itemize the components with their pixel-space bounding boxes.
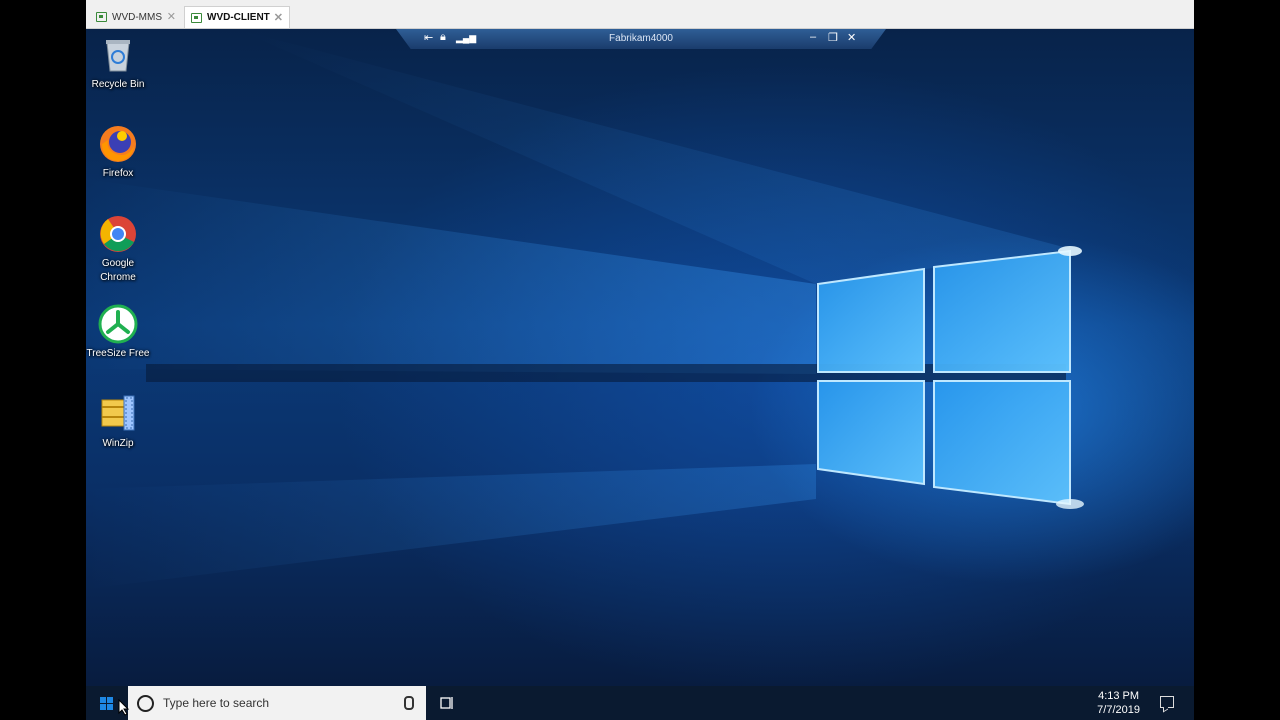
icon-label: Firefox xyxy=(102,168,134,179)
action-center-icon[interactable] xyxy=(1160,696,1174,708)
desktop-icon-google-chrome[interactable]: Google Chrome xyxy=(86,214,153,285)
tab-label: WVD-MMS xyxy=(112,11,162,23)
winzip-icon xyxy=(98,394,138,434)
close-icon[interactable]: ✕ xyxy=(167,10,176,23)
desktop-icon-recycle-bin[interactable]: Recycle Bin xyxy=(86,35,153,92)
vm-icon xyxy=(96,12,107,22)
clock-time: 4:13 PM xyxy=(1098,690,1140,702)
icon-label: WinZip xyxy=(102,438,134,449)
vm-icon xyxy=(191,12,202,23)
desktop-icon-winzip[interactable]: WinZip xyxy=(86,394,153,451)
desktop-icon-treesize[interactable]: TreeSize Free xyxy=(86,304,153,361)
desktop-icon-firefox[interactable]: Firefox xyxy=(86,124,153,181)
icon-label: Recycle Bin xyxy=(91,79,145,90)
restore-icon[interactable]: ❐ xyxy=(828,31,838,44)
search-placeholder: Type here to search xyxy=(163,696,270,710)
firefox-icon xyxy=(98,124,138,164)
desktop: ⇤ 🔒︎ ▂▄▆ Fabrikam4000 – ❐ ✕ Recycle Bin … xyxy=(86,29,1194,686)
cortana-icon[interactable] xyxy=(137,694,154,712)
windows-wallpaper-logo xyxy=(86,29,1084,589)
taskbar-search-box[interactable]: Type here to search xyxy=(128,686,426,720)
treesize-icon xyxy=(98,304,138,344)
task-view-icon[interactable] xyxy=(440,696,454,710)
close-icon[interactable]: ✕ xyxy=(847,31,856,44)
close-icon[interactable]: ✕ xyxy=(274,11,283,24)
system-clock[interactable]: 4:13 PM 7/7/2019 xyxy=(1097,689,1140,717)
tab-wvd-client[interactable]: WVD-CLIENT ✕ xyxy=(184,6,290,28)
recycle-bin-icon xyxy=(98,35,138,75)
tab-wvd-mms[interactable]: WVD-MMS ✕ xyxy=(90,6,182,28)
mouse-cursor-icon xyxy=(118,699,130,716)
minimize-icon[interactable]: – xyxy=(810,31,816,43)
icon-label: Google Chrome xyxy=(100,258,136,283)
taskbar: Type here to search 4:13 PM 7/7/2019 xyxy=(86,686,1194,720)
clock-date: 7/7/2019 xyxy=(1097,704,1140,716)
tab-label: WVD-CLIENT xyxy=(207,12,270,23)
windows-start-icon[interactable] xyxy=(100,697,114,711)
icon-label: TreeSize Free xyxy=(86,348,150,359)
microphone-icon[interactable] xyxy=(404,696,414,710)
vm-tab-strip: WVD-MMS ✕ WVD-CLIENT ✕ xyxy=(86,0,1194,29)
chrome-icon xyxy=(98,214,138,254)
remote-connection-bar: ⇤ 🔒︎ ▂▄▆ Fabrikam4000 – ❐ ✕ xyxy=(396,29,886,49)
vm-window: WVD-MMS ✕ WVD-CLIENT ✕ ⇤ 🔒︎ ▂▄▆ Fabrikam… xyxy=(86,0,1194,720)
